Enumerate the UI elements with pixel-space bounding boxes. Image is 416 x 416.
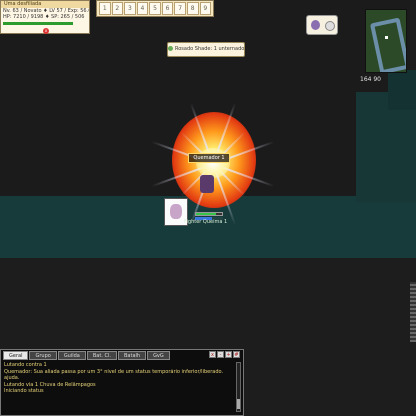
hotkey-slot[interactable]: 9 [199,2,212,15]
chat-tab-batalha[interactable]: Batalh [117,351,147,360]
potion-icon[interactable] [311,20,320,30]
stairs [410,282,416,342]
orb-icon[interactable] [325,21,335,31]
minimap-coordinates: 164 90 [360,76,381,83]
quick-item-box[interactable] [306,15,338,35]
chat-window-buttons: x - + # [209,351,240,358]
hotkey-slot[interactable]: 6 [161,2,174,15]
hotkey-slot[interactable]: 7 [174,2,186,15]
chat-tab-bat-cl[interactable]: Bat. Cl. [86,351,117,360]
hotkey-slot[interactable]: 3 [124,2,136,15]
character-sprite[interactable] [200,175,214,193]
announcement-icon [168,46,173,51]
announcement-box: Rosado Shade: 1 unternado [167,42,245,57]
chat-message: Iniciando status [4,388,44,394]
hotkey-bar: 1 2 3 4 5 6 7 8 9 [96,0,214,17]
status-close-icon[interactable]: x [43,28,49,34]
status-title: Uma desfiliada [1,1,89,8]
chat-message: Quemador: Sua aliada passa por um 3° nív… [4,368,224,375]
character-hp-bar [195,212,223,216]
hotkey-slot[interactable]: 8 [186,2,199,15]
hotkey-slot[interactable]: 5 [149,2,161,15]
floor-right-terrain-upper [388,70,416,110]
chat-tabs: Geral Grupo Guilda Bat. Cl. Batalh GvG [3,351,170,360]
hp-fill [3,22,73,25]
chat-scroll-thumb[interactable] [237,399,240,409]
status-hp-sp-line: HP: 7210 / 9198 ♦ SP: 265 / 506 [3,14,85,20]
announcement-text: Rosado Shade: 1 unternado [175,46,245,52]
minimap[interactable] [365,9,407,73]
status-window[interactable]: Uma desfiliada Nv. 63 / Novato ♦ LV 57 /… [0,0,90,34]
character-name: Fighter Queima 1 [184,219,228,225]
chat-tab-geral[interactable]: Geral [3,351,29,360]
minimap-player-marker [385,36,388,39]
chat-close-button[interactable]: x [209,351,216,358]
chat-tab-guilda[interactable]: Guilda [57,351,86,360]
chat-tab-gvg[interactable]: GvG [147,351,170,360]
hotkey-slot[interactable]: 2 [111,2,124,15]
portrait-face [170,204,182,219]
minimap-path [369,17,406,72]
chat-window[interactable]: Geral Grupo Guilda Bat. Cl. Batalh GvG x… [0,349,244,416]
chat-expand-button[interactable]: + [225,351,232,358]
hotkey-slot[interactable]: 1 [99,2,111,15]
chat-scrollbar[interactable] [236,362,241,412]
chat-minimize-button[interactable]: - [217,351,224,358]
hotkey-slot[interactable]: 4 [136,2,149,15]
character-hp-fill [196,213,216,215]
chat-options-button[interactable]: # [233,351,240,358]
hp-bar [3,22,73,25]
chat-messages: Lutando contra 1 Quemador: Sua aliada pa… [4,362,234,395]
chat-tab-grupo[interactable]: Grupo [29,351,57,360]
character-nametag: Quemador 1 [188,153,230,163]
